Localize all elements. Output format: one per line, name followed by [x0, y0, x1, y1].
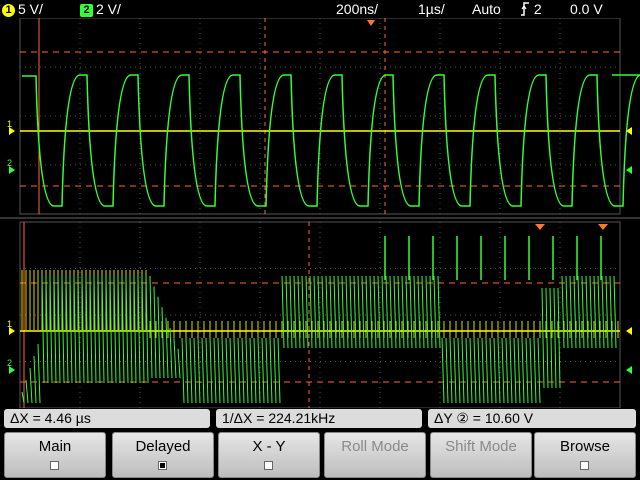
delta-y-readout: ΔY ② = 10.60 V [428, 409, 636, 428]
delay-marker-icon [598, 224, 608, 230]
channel-index: 1 [7, 319, 12, 329]
rising-edge-icon [521, 2, 529, 16]
ch2-trace-delayed [21, 275, 617, 404]
shift-mode-label: Shift Mode [445, 438, 517, 455]
traces [20, 74, 640, 404]
trigger-level: 0.0 V [570, 1, 603, 17]
browse-label: Browse [559, 438, 611, 455]
trigger-position-icon [367, 20, 375, 26]
channel-marker: 2 [7, 358, 15, 374]
ch2-glitches [384, 236, 602, 280]
ch2-status: 22 V/ [80, 0, 121, 18]
channel-index: 2 [7, 158, 12, 168]
measurement-bar: ΔX = 4.46 µs 1/ΔX = 224.21kHz ΔY ② = 10.… [0, 408, 640, 430]
ch1-status: 15 V/ [2, 0, 43, 18]
timebase-value: 1µs/ [418, 1, 445, 17]
roll-mode-button[interactable]: Roll Mode [324, 432, 426, 478]
main-button[interactable]: Main [4, 432, 106, 478]
arrow-left-icon [626, 166, 632, 174]
channel-index: 2 [7, 358, 12, 368]
channel-marker: 1 [7, 119, 15, 135]
browse-button[interactable]: Browse [534, 432, 636, 478]
main-label: Main [38, 438, 72, 455]
ch1-number-badge: 1 [2, 4, 15, 17]
graticule [0, 18, 640, 408]
shift-mode-button[interactable]: Shift Mode [430, 432, 532, 478]
channel-index: 1 [7, 119, 12, 129]
xy-label: X - Y [252, 438, 286, 455]
channel-marker [626, 166, 632, 174]
delayed-button[interactable]: Delayed [112, 432, 214, 478]
delayed-label: Delayed [135, 438, 191, 455]
ch2-scale: 2 V/ [96, 1, 121, 17]
trigger-mode: Auto [472, 1, 501, 17]
status-bar: 15 V/ 22 V/ 200ns/ 1µs/ Auto 2 0.0 V [0, 0, 640, 18]
channel-marker [626, 327, 632, 335]
delay-marker-icon [535, 224, 545, 230]
checkbox-icon [264, 461, 273, 470]
checkbox-icon [580, 461, 589, 470]
inverse-delta-x-readout: 1/ΔX = 224.21kHz [216, 409, 422, 428]
checkbox-icon [158, 461, 167, 470]
trigger-status: 2 [520, 0, 542, 18]
xy-button[interactable]: X - Y [218, 432, 320, 478]
roll-mode-label: Roll Mode [341, 438, 409, 455]
delta-x-readout: ΔX = 4.46 µs [4, 409, 210, 428]
checkbox-icon [50, 461, 59, 470]
softkey-bar: Main Delayed X - Y Roll Mode Shift Mode … [0, 430, 640, 480]
ch2-number-badge: 2 [80, 4, 93, 17]
waveform-display[interactable]: 1 2 1 2 [0, 18, 640, 408]
arrow-left-icon [626, 366, 632, 374]
trigger-source: 2 [533, 1, 542, 17]
channel-marker: 2 [7, 158, 15, 174]
channel-marker: 1 [7, 319, 15, 335]
delay-value: 200ns/ [336, 1, 379, 17]
ch1-scale: 5 V/ [18, 1, 43, 17]
channel-marker [626, 366, 632, 374]
arrow-left-icon [626, 327, 632, 335]
